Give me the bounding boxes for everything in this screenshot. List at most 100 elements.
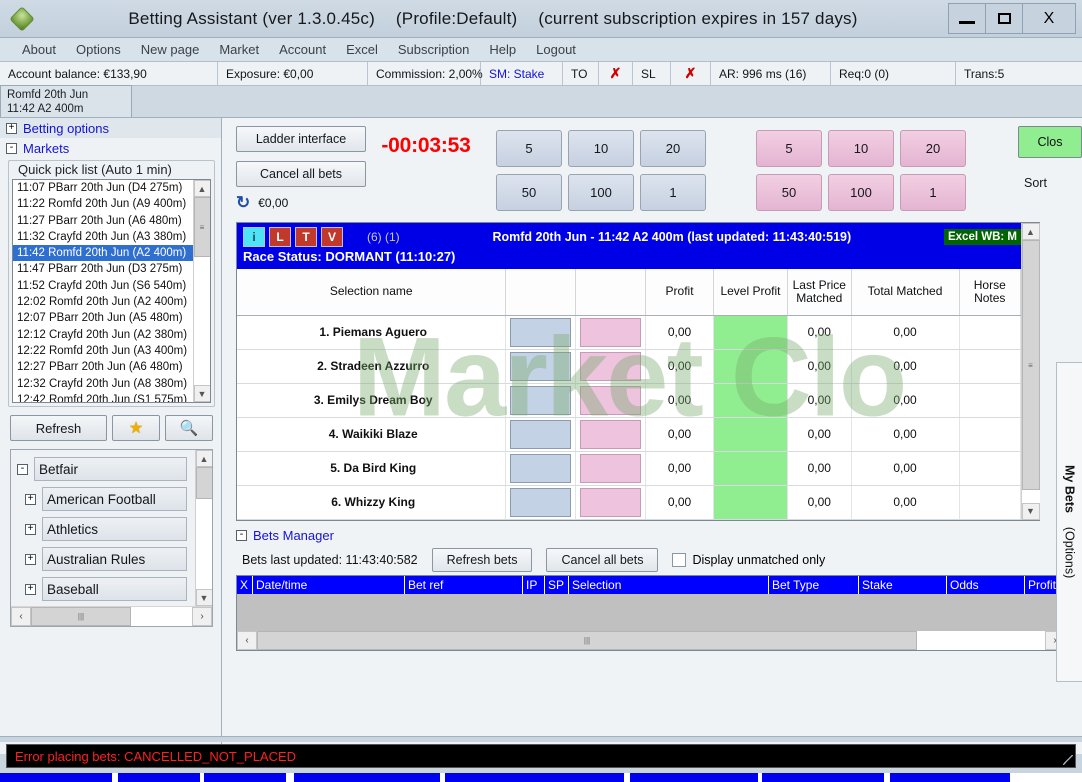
list-item[interactable]: 12:42 Romfd 20th Jun (S1 575m) [13,392,193,402]
lay-cell[interactable] [575,417,647,452]
lay-price-box[interactable] [580,419,642,449]
scroll-track[interactable]: ||| [31,607,192,626]
scroll-thumb[interactable] [195,467,212,499]
lay-stake-button-50[interactable]: 50 [756,174,822,211]
back-stake-button-20[interactable]: 20 [640,130,706,167]
lay-stake-button-10[interactable]: 10 [828,130,894,167]
scroll-thumb[interactable]: ≡ [1021,240,1040,490]
bets-column-selection[interactable]: Selection [569,575,769,594]
column-last-price-matched[interactable]: Last Price Matched [787,269,852,316]
back-price-box[interactable] [510,351,572,381]
back-stake-button-10[interactable]: 10 [568,130,634,167]
lay-cell[interactable] [575,383,647,418]
expander-minus-icon[interactable]: - [236,530,247,541]
column-level-profit[interactable]: Level Profit [713,269,789,316]
quick-pick-list[interactable]: 11:07 PBarr 20th Jun (D4 275m) 11:22 Rom… [12,179,211,403]
back-cell[interactable] [505,383,577,418]
status-take-offset-toggle[interactable]: ✗ [599,62,633,85]
search-button[interactable]: 🔍 [165,415,213,441]
expander-plus-icon[interactable]: + [6,122,17,134]
horse-notes-value[interactable] [959,485,1021,520]
list-item[interactable]: 11:07 PBarr 20th Jun (D4 275m) [13,180,193,196]
list-item[interactable]: 12:02 Romfd 20th Jun (A2 400m) [13,294,193,310]
close-market-button[interactable]: Clos [1018,126,1082,158]
lay-price-box[interactable] [580,385,642,415]
bets-manager-header[interactable]: - Bets Manager [236,527,1066,545]
quick-pick-scrollbar[interactable]: ▲ ≡ ▼ [193,180,210,402]
bets-column-ip[interactable]: IP [523,575,545,594]
table-row[interactable]: 2. Stradeen Azzurro 0,00 0,00 0,00 [237,349,1021,384]
selection-name[interactable]: 2. Stradeen Azzurro [237,349,507,384]
refresh-bets-button[interactable]: Refresh bets [431,547,533,572]
lay-cell[interactable] [575,451,647,486]
menu-item-subscription[interactable]: Subscription [388,42,480,57]
scroll-up-icon[interactable]: ▲ [1021,223,1040,240]
list-item[interactable]: 12:27 PBarr 20th Jun (A6 480m) [13,359,193,375]
selection-name[interactable]: 3. Emilys Dream Boy [237,383,507,418]
lay-stake-button-5[interactable]: 5 [756,130,822,167]
table-row[interactable]: 3. Emilys Dream Boy 0,00 0,00 0,00 [237,383,1021,418]
back-stake-button-100[interactable]: 100 [568,174,634,211]
tree-node-betfair[interactable]: - Betfair [13,454,195,484]
scroll-thumb[interactable]: ||| [257,630,917,650]
column-back[interactable] [505,269,577,316]
ladder-interface-button[interactable]: Ladder interface [236,126,366,152]
display-unmatched-only-checkbox[interactable] [672,552,687,567]
column-selection-name[interactable]: Selection name [237,269,507,316]
list-item[interactable]: 11:32 Crayfd 20th Jun (A3 380m) [13,229,193,245]
cancel-all-bets-button-bm[interactable]: Cancel all bets [546,547,659,572]
table-row[interactable]: 5. Da Bird King 0,00 0,00 0,00 [237,451,1021,486]
table-row[interactable]: 1. Piemans Aguero 0,00 0,00 0,00 [237,315,1021,350]
scroll-right-icon[interactable]: › [192,607,212,626]
scroll-thumb[interactable]: ≡ [193,197,210,257]
menu-item-options[interactable]: Options [66,42,131,57]
lay-cell[interactable] [575,349,647,384]
bets-column-odds[interactable]: Odds [947,575,1025,594]
menu-item-help[interactable]: Help [479,42,526,57]
scroll-track[interactable] [195,467,212,589]
bets-column-bet-type[interactable]: Bet Type [769,575,859,594]
sidebar-item-markets[interactable]: - Markets [0,138,221,158]
back-cell[interactable] [505,349,577,384]
horse-notes-value[interactable] [959,315,1021,350]
refresh-icon[interactable]: ↻ [236,194,250,211]
menu-item-about[interactable]: About [12,42,66,57]
back-price-box[interactable] [510,385,572,415]
ladder-badge-icon[interactable]: L [269,227,291,247]
sport-tree-hscrollbar[interactable]: ‹ ||| › [11,606,212,626]
back-price-box[interactable] [510,487,572,517]
resize-grip-icon[interactable] [1063,755,1073,765]
back-stake-button-5[interactable]: 5 [496,130,562,167]
back-cell[interactable] [505,417,577,452]
horse-notes-value[interactable] [959,417,1021,452]
list-item[interactable]: 12:22 Romfd 20th Jun (A3 400m) [13,343,193,359]
tree-node-label[interactable]: Australian Rules [42,547,187,571]
menu-item-excel[interactable]: Excel [336,42,388,57]
sidebar-item-betting-options[interactable]: + Betting options [0,118,221,138]
back-price-box[interactable] [510,317,572,347]
scroll-left-icon[interactable]: ‹ [237,630,257,650]
tree-node-label[interactable]: Betfair [34,457,187,481]
tree-node-american-football[interactable]: + American Football [13,484,195,514]
expander-minus-icon[interactable]: - [6,142,17,154]
list-item[interactable]: 11:52 Crayfd 20th Jun (S6 540m) [13,278,193,294]
menu-item-logout[interactable]: Logout [526,42,586,57]
back-cell[interactable] [505,485,577,520]
list-item[interactable]: 12:12 Crayfd 20th Jun (A2 380m) [13,327,193,343]
bets-column-sp[interactable]: SP [545,575,569,594]
menu-item-market[interactable]: Market [209,42,269,57]
scroll-track[interactable]: ||| [257,630,1045,650]
scroll-track[interactable]: ≡ [1021,240,1040,503]
refresh-button[interactable]: Refresh [10,415,107,441]
tree-node-baseball[interactable]: + Baseball [13,574,195,604]
back-cell[interactable] [505,315,577,350]
list-item[interactable]: 11:27 PBarr 20th Jun (A6 480m) [13,213,193,229]
market-grid-scrollbar[interactable]: ▲ ≡ ▼ [1021,223,1040,520]
selection-name[interactable]: 1. Piemans Aguero [237,315,507,350]
column-profit[interactable]: Profit [645,269,714,316]
scroll-down-icon[interactable]: ▼ [195,589,212,606]
horse-notes-value[interactable] [959,451,1021,486]
page-tab-romfd[interactable]: Romfd 20th Jun 11:42 A2 400m [0,85,132,117]
expander-plus-icon[interactable]: + [25,523,36,535]
expander-minus-icon[interactable]: - [17,463,28,475]
